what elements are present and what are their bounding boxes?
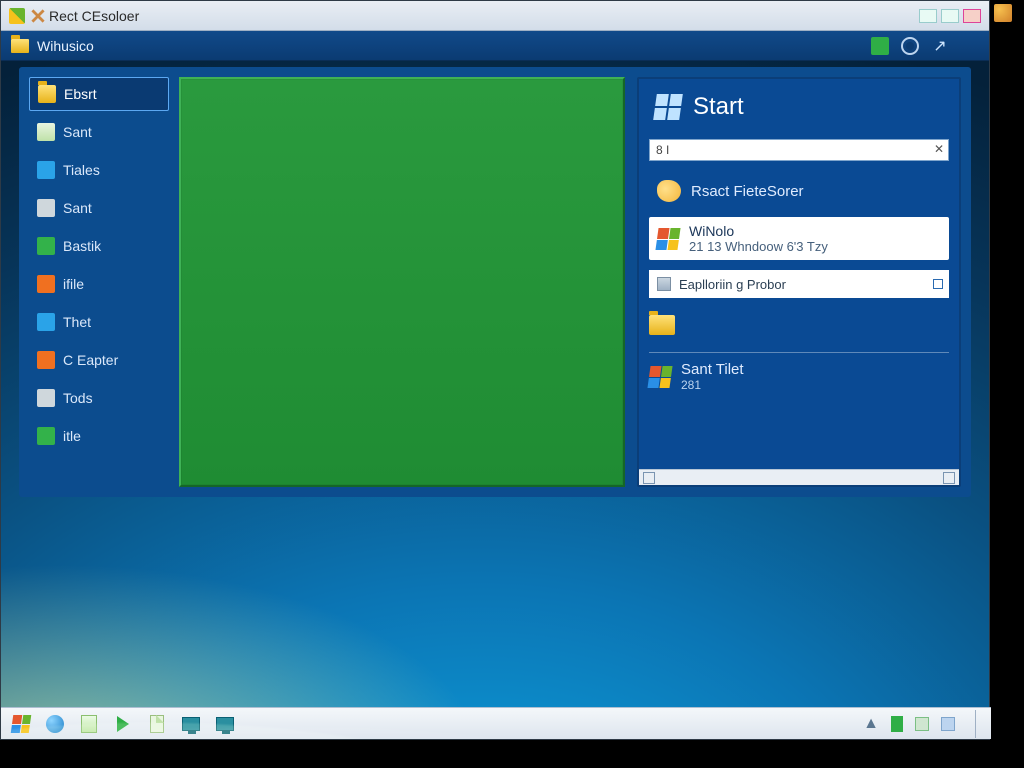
sidebar-item-1[interactable]: Sant — [29, 115, 169, 149]
item-icon — [37, 427, 55, 445]
window-title: Rect CEsoloer — [49, 8, 139, 24]
bottom-line1: Sant Tilet — [681, 361, 744, 378]
taskbar-globe[interactable] — [45, 714, 65, 734]
window-titlebar[interactable]: Rect CEsoloer — [1, 1, 989, 31]
sidebar-item-9[interactable]: itle — [29, 419, 169, 453]
system-tray: ▲ — [863, 710, 981, 738]
minimize-button[interactable] — [919, 9, 937, 23]
monitor-icon — [182, 717, 200, 731]
toolbar: Wihusico ↗ — [1, 31, 989, 61]
item-icon — [37, 351, 55, 369]
start-button[interactable] — [11, 714, 31, 734]
desktop: Rect CEsoloer Wihusico ↗ Ebsrt Sant Tial… — [0, 0, 990, 740]
start-search[interactable]: 8 I ✕ — [649, 139, 949, 161]
start-title: Start — [693, 93, 744, 121]
search-placeholder: 8 I — [656, 143, 669, 157]
settings-icon[interactable] — [901, 37, 919, 55]
sidebar-label: Bastik — [63, 238, 101, 254]
clear-icon[interactable]: ✕ — [934, 142, 944, 156]
play-icon — [117, 716, 129, 732]
sidebar-item-5[interactable]: ifile — [29, 267, 169, 301]
taskbar-media[interactable] — [113, 714, 133, 734]
row-label: Eaplloriin g Probor — [679, 277, 786, 292]
checkbox-icon[interactable] — [933, 279, 943, 289]
sidebar-item-2[interactable]: Tiales — [29, 153, 169, 187]
sidebar-label: Ebsrt — [64, 86, 97, 102]
tray-icon-3[interactable] — [941, 717, 955, 731]
start-header: Start — [639, 79, 959, 135]
sidebar-label: ifile — [63, 276, 84, 292]
close-button[interactable] — [963, 9, 981, 23]
tray-icon-2[interactable] — [915, 717, 929, 731]
breadcrumb[interactable]: Wihusico — [37, 38, 94, 54]
list-icon — [657, 277, 671, 291]
bottom-line2: 281 — [681, 378, 744, 392]
start-row-white[interactable]: Eaplloriin g Probor — [649, 270, 949, 298]
sidebar-item-7[interactable]: C Eapter — [29, 343, 169, 377]
folder-icon — [11, 39, 29, 53]
windows-logo-icon — [653, 94, 683, 120]
sidebar-label: itle — [63, 428, 81, 444]
action-icon-1[interactable] — [871, 37, 889, 55]
sidebar-label: Tods — [63, 390, 93, 406]
row-label: Rsact FieteSorer — [691, 183, 804, 200]
app-icon — [37, 161, 55, 179]
sidebar-label: Sant — [63, 200, 92, 216]
start-row-1[interactable]: Rsact FieteSorer — [649, 173, 949, 209]
start-bottom-row[interactable]: Sant Tilet 281 — [649, 361, 949, 392]
cloud-icon — [657, 180, 681, 202]
item-icon — [37, 313, 55, 331]
maximize-button[interactable] — [941, 9, 959, 23]
sidebar-item-8[interactable]: Tods — [29, 381, 169, 415]
view-grid-icon[interactable] — [961, 37, 979, 55]
item-icon — [37, 199, 55, 217]
start-card[interactable]: WiNolo 21 13 Whndoow 6'3 Tzy — [649, 217, 949, 260]
folder-icon — [649, 315, 675, 335]
start-folder-row[interactable] — [649, 308, 949, 342]
taskbar-monitor[interactable] — [181, 714, 201, 734]
taskbar-page[interactable] — [147, 714, 167, 734]
taskbar-sheet[interactable] — [79, 714, 99, 734]
spreadsheet-icon — [81, 715, 97, 733]
document-icon — [150, 715, 164, 733]
action-icon-2[interactable]: ↗ — [931, 37, 949, 55]
divider — [649, 352, 949, 353]
taskbar-monitor2[interactable] — [215, 714, 235, 734]
windows-flag-icon — [655, 228, 680, 250]
start-panel: Start 8 I ✕ Rsact FieteSorer WiNolo 21 1… — [637, 77, 961, 487]
folder-icon — [38, 85, 56, 103]
monitor-icon — [216, 717, 234, 731]
app-icon-2 — [31, 9, 45, 23]
workspace: Ebsrt Sant Tiales Sant Bastik ifile Thet… — [19, 67, 971, 497]
globe-icon — [46, 715, 64, 733]
sidebar: Ebsrt Sant Tiales Sant Bastik ifile Thet… — [29, 77, 169, 487]
sidebar-label: Tiales — [63, 162, 100, 178]
content-pane[interactable] — [179, 77, 625, 487]
sidebar-item-3[interactable]: Sant — [29, 191, 169, 225]
card-line1: WiNolo — [689, 223, 828, 239]
sidebar-label: C Eapter — [63, 352, 118, 368]
start-footer — [639, 469, 959, 485]
item-icon — [37, 237, 55, 255]
doc-icon — [37, 123, 55, 141]
sidebar-item-0[interactable]: Ebsrt — [29, 77, 169, 111]
card-line2: 21 13 Whndoow 6'3 Tzy — [689, 239, 828, 254]
sidebar-item-6[interactable]: Thet — [29, 305, 169, 339]
sidebar-item-4[interactable]: Bastik — [29, 229, 169, 263]
tray-up-icon[interactable]: ▲ — [863, 715, 879, 733]
item-icon — [37, 275, 55, 293]
windows-flag-icon — [647, 366, 672, 388]
tray-icon-1[interactable] — [891, 716, 903, 732]
app-icon — [9, 8, 25, 24]
sidebar-label: Sant — [63, 124, 92, 140]
show-desktop-button[interactable] — [975, 710, 981, 738]
taskbar: ▲ — [1, 707, 991, 739]
item-icon — [37, 389, 55, 407]
leaf-icon[interactable] — [994, 4, 1012, 22]
sidebar-label: Thet — [63, 314, 91, 330]
